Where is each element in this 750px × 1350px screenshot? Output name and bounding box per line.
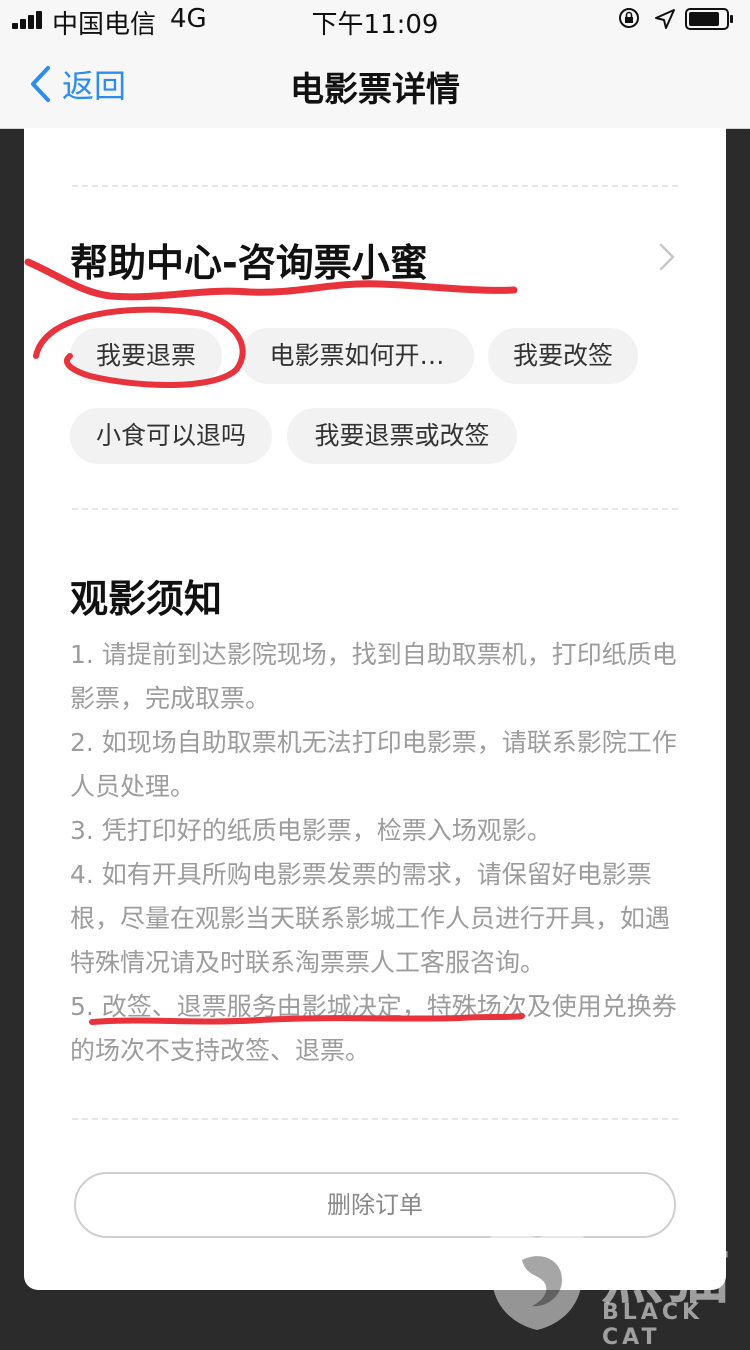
divider bbox=[72, 508, 678, 510]
notice-list: 1. 请提前到达影院现场，找到自助取票机，打印纸质电影票，完成取票。 2. 如现… bbox=[70, 633, 680, 1073]
battery-icon bbox=[685, 8, 733, 30]
notice-item: 2. 如现场自助取票机无法打印电影票，请联系影院工作人员处理。 bbox=[70, 728, 677, 801]
page-title: 电影票详情 bbox=[290, 70, 460, 110]
help-center-title[interactable]: 帮助中心-咨询票小蜜 bbox=[70, 232, 428, 287]
ticket-detail-card: 帮助中心-咨询票小蜜 我要退票 电影票如何开… 我要改签 小食可以退吗 我要退票… bbox=[24, 128, 726, 1290]
chip-invoice[interactable]: 电影票如何开… bbox=[240, 328, 474, 384]
divider bbox=[72, 1118, 678, 1120]
chevron-right-icon[interactable] bbox=[658, 242, 676, 272]
status-bar: 中国电信 4G 下午11:09 bbox=[0, 0, 750, 40]
divider bbox=[72, 185, 678, 187]
chip-refund-or-change[interactable]: 我要退票或改签 bbox=[287, 408, 517, 464]
notice-item: 1. 请提前到达影院现场，找到自助取票机，打印纸质电影票，完成取票。 bbox=[70, 640, 677, 713]
location-arrow-icon bbox=[655, 9, 675, 29]
rotation-lock-icon bbox=[619, 8, 639, 28]
chip-change[interactable]: 我要改签 bbox=[488, 328, 638, 384]
chip-snack-refund[interactable]: 小食可以退吗 bbox=[70, 408, 272, 464]
notice-item: 3. 凭打印好的纸质电影票，检票入场观影。 bbox=[70, 816, 552, 845]
notice-item: 4. 如有开具所购电影票发票的需求，请保留好电影票根，尽量在观影当天联系影城工作… bbox=[70, 860, 671, 977]
nav-bar: 返回 电影票详情 bbox=[0, 40, 750, 129]
notice-title: 观影须知 bbox=[70, 577, 223, 621]
delete-order-button[interactable]: 删除订单 bbox=[74, 1172, 676, 1238]
watermark-subtext: BLACK CAT bbox=[602, 1300, 704, 1350]
notice-item: 5. 改签、退票服务由影城决定，特殊场次及使用兑换券的场次不支持改签、退票。 bbox=[70, 992, 677, 1065]
chip-refund[interactable]: 我要退票 bbox=[70, 328, 222, 384]
